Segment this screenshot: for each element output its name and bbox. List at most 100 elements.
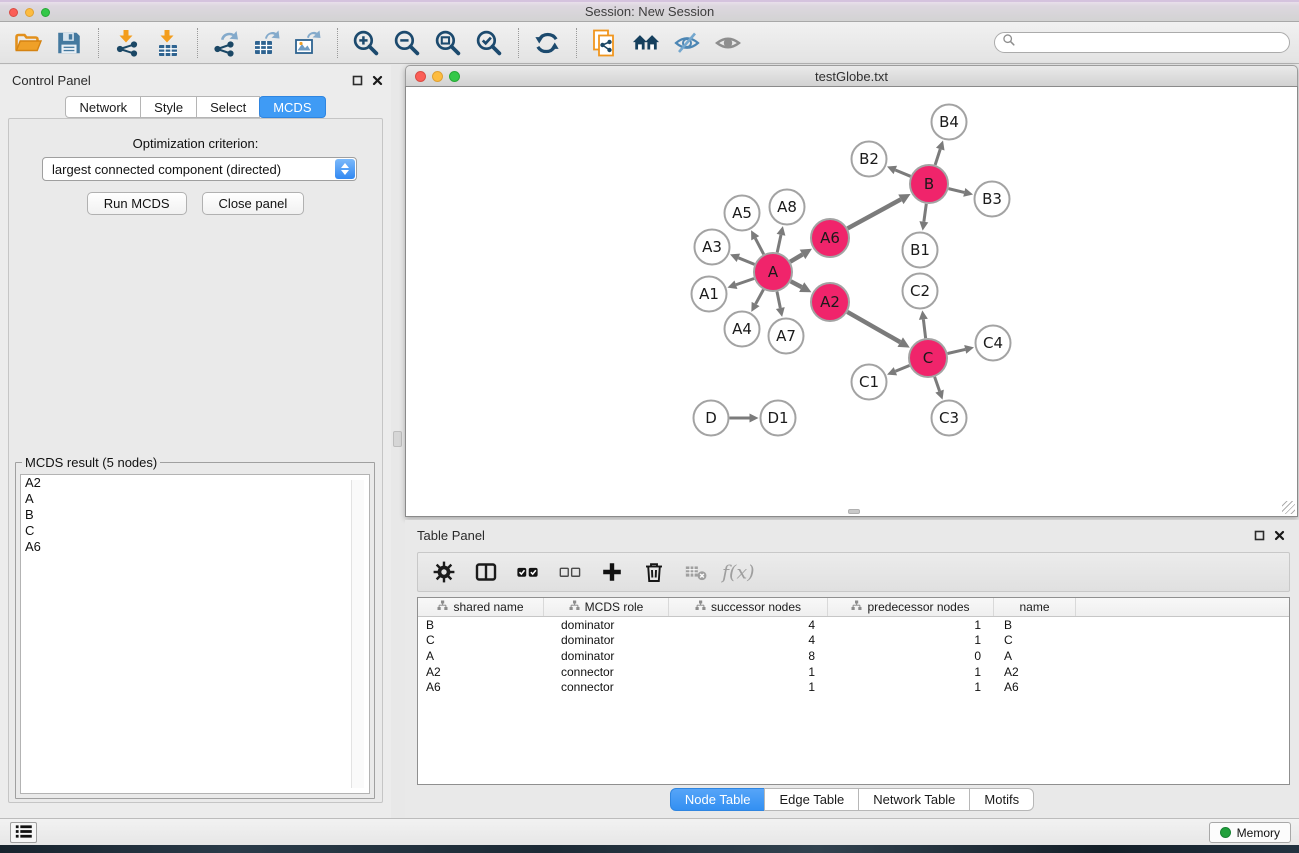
import-table-button[interactable]	[152, 27, 184, 59]
panel-divider-grip[interactable]	[393, 431, 402, 447]
refresh-layout-button[interactable]	[531, 27, 563, 59]
float-panel-icon[interactable]	[352, 75, 363, 86]
add-column-button[interactable]	[599, 559, 625, 585]
zoom-window-button[interactable]	[41, 8, 50, 17]
graph-edge-A-A4[interactable]	[756, 290, 764, 304]
graph-edge-A2-C[interactable]	[847, 312, 900, 342]
graph-edge-A-A7[interactable]	[777, 292, 780, 308]
close-panel-button[interactable]: Close panel	[202, 192, 305, 215]
tab-select[interactable]: Select	[196, 96, 260, 118]
zoom-in-button[interactable]	[350, 27, 382, 59]
search-box[interactable]	[994, 32, 1290, 53]
tab-style[interactable]: Style	[140, 96, 197, 118]
graph-edge-B-B4[interactable]	[935, 149, 940, 165]
graph-edge-A-A6[interactable]	[790, 254, 802, 261]
zoom-fit-button[interactable]	[432, 27, 464, 59]
run-mcds-button[interactable]: Run MCDS	[87, 192, 187, 215]
tab-network[interactable]: Network	[65, 96, 141, 118]
network-window-titlebar[interactable]: testGlobe.txt	[405, 65, 1298, 86]
open-session-button[interactable]	[12, 27, 44, 59]
graph-edge-C-C1[interactable]	[895, 366, 909, 372]
graph-edge-A-A1[interactable]	[736, 279, 754, 285]
function-builder-button: f(x)	[725, 559, 751, 585]
memory-button[interactable]: Memory	[1209, 822, 1291, 843]
tab-node-table[interactable]: Node Table	[670, 788, 766, 811]
graph-edge-A-A3[interactable]	[738, 258, 754, 265]
graph-edge-C-C2[interactable]	[923, 319, 925, 338]
export-table-button[interactable]	[251, 27, 283, 59]
close-window-button[interactable]	[9, 8, 18, 17]
split-view-button[interactable]	[473, 559, 499, 585]
table-row[interactable]: Cdominator41C	[418, 633, 1289, 649]
graph-edge-A-A2[interactable]	[791, 281, 802, 287]
zoom-out-button[interactable]	[391, 27, 423, 59]
zoom-selected-button[interactable]	[473, 27, 505, 59]
table-cell: 1	[828, 680, 994, 694]
table-row[interactable]: Bdominator41B	[418, 617, 1289, 633]
table-cell: 1	[669, 665, 828, 679]
deselect-all-button[interactable]	[557, 559, 583, 585]
column-header-predecessor-nodes[interactable]: predecessor nodes	[828, 598, 994, 616]
mcds-result-list[interactable]: A2ABCA6	[20, 474, 370, 794]
window-resize-grip[interactable]	[1282, 501, 1295, 514]
table-row[interactable]: A6connector11A6	[418, 679, 1289, 695]
export-network-button[interactable]	[210, 27, 242, 59]
mcds-result-item[interactable]: A6	[21, 539, 369, 555]
node-table[interactable]: shared nameMCDS rolesuccessor nodesprede…	[417, 597, 1290, 785]
window-titlebar[interactable]: Session: New Session	[0, 0, 1299, 22]
save-session-button[interactable]	[53, 27, 85, 59]
tab-edge-table[interactable]: Edge Table	[764, 788, 859, 811]
graph-edge-A-A5[interactable]	[755, 238, 763, 254]
table-float-panel-icon[interactable]	[1254, 530, 1265, 541]
graph-edge-C-C3[interactable]	[935, 377, 940, 391]
tab-network-table[interactable]: Network Table	[858, 788, 970, 811]
select-all-button[interactable]	[515, 559, 541, 585]
mcds-result-item[interactable]: C	[21, 523, 369, 539]
column-header-name[interactable]: name	[994, 598, 1076, 616]
graph-edge-B-B2[interactable]	[895, 170, 910, 176]
tab-motifs[interactable]: Motifs	[969, 788, 1034, 811]
desktop-background	[0, 845, 1299, 853]
graph-edge-arrowhead	[776, 307, 785, 317]
minimize-window-button[interactable]	[25, 8, 34, 17]
graph-edge-A-A8[interactable]	[777, 235, 781, 253]
graph-edge-B-B1[interactable]	[924, 204, 926, 222]
column-header-mcds-role[interactable]: MCDS role	[544, 598, 669, 616]
mcds-result-item[interactable]: B	[21, 507, 369, 523]
first-neighbors-button[interactable]	[630, 27, 662, 59]
table-row[interactable]: Adominator80A	[418, 648, 1289, 664]
tab-mcds[interactable]: MCDS	[259, 96, 325, 118]
canvas-hscroll-thumb[interactable]	[848, 509, 860, 514]
result-list-scrollbar[interactable]	[351, 480, 364, 788]
table-cell: 1	[828, 633, 994, 647]
graph-edge-A6-B[interactable]	[848, 199, 901, 228]
table-options-button[interactable]	[431, 559, 457, 585]
column-label: name	[1019, 600, 1049, 614]
column-header-successor-nodes[interactable]: successor nodes	[669, 598, 828, 616]
network-zoom-button[interactable]	[449, 71, 460, 82]
search-input[interactable]	[1016, 34, 1289, 51]
show-all-button[interactable]	[712, 27, 744, 59]
new-network-from-selection-button[interactable]	[589, 27, 621, 59]
table-row[interactable]: A2connector11A2	[418, 664, 1289, 680]
graph-node-label-A: A	[768, 263, 779, 281]
new-network-from-selection-icon	[591, 29, 619, 57]
mcds-result-item[interactable]: A	[21, 491, 369, 507]
table-panel-title: Table Panel	[417, 528, 485, 543]
network-close-button[interactable]	[415, 71, 426, 82]
column-header-shared-name[interactable]: shared name	[418, 598, 544, 616]
network-minimize-button[interactable]	[432, 71, 443, 82]
optimization-criterion-select[interactable]: largest connected component (directed)	[42, 157, 357, 181]
graph-edge-B-B3[interactable]	[948, 189, 964, 193]
task-history-button[interactable]	[10, 822, 37, 843]
mcds-result-item[interactable]: A2	[21, 475, 369, 491]
hide-selected-button[interactable]	[671, 27, 703, 59]
export-image-button[interactable]	[292, 27, 324, 59]
table-close-panel-icon[interactable]	[1274, 530, 1285, 541]
delete-columns-button[interactable]	[641, 559, 667, 585]
import-network-button[interactable]	[111, 27, 143, 59]
graph-edge-C-C4[interactable]	[947, 349, 965, 353]
network-canvas[interactable]: A5A8A3A1A4A7AA6A2BB2B4B3B1CC2C4C1C3DD1	[405, 86, 1298, 517]
close-panel-icon[interactable]	[372, 75, 383, 86]
export-image-icon	[294, 29, 322, 57]
